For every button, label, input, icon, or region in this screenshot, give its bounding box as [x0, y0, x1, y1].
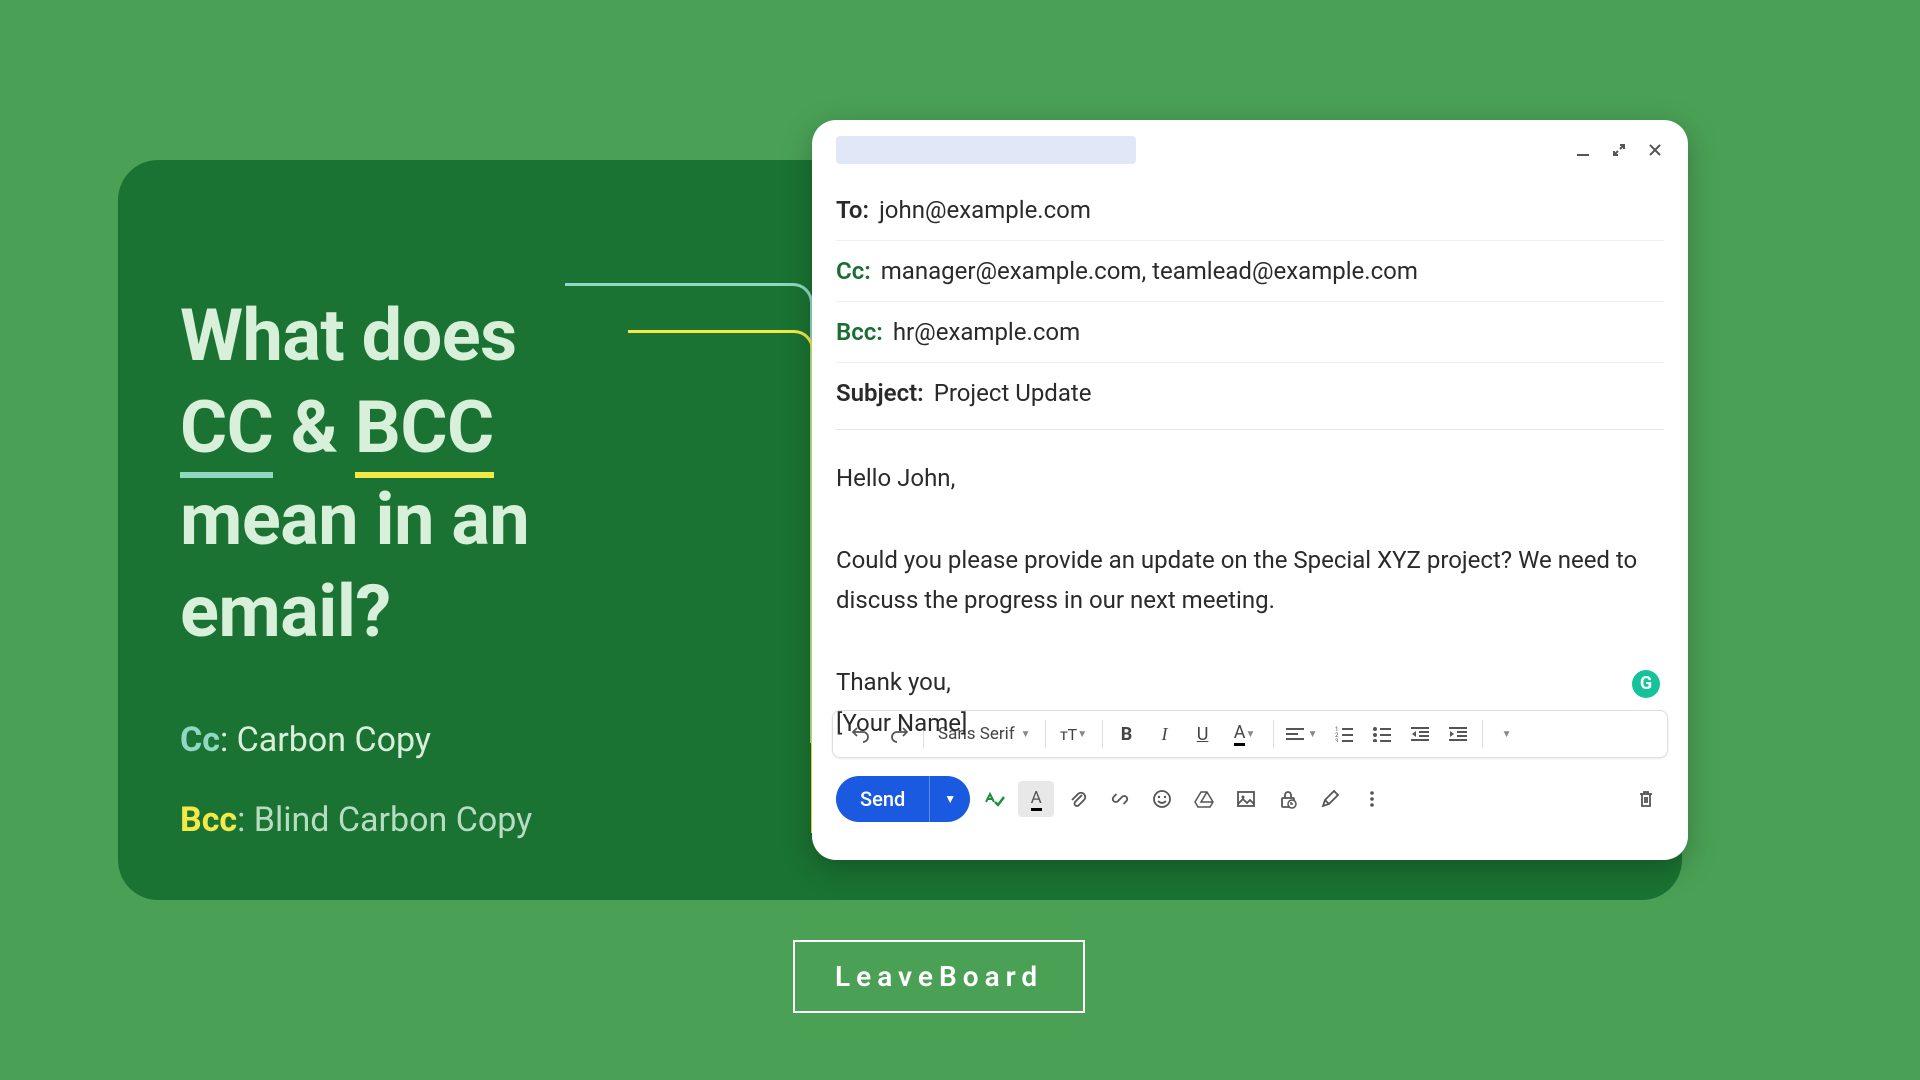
cc-value: manager@example.com, teamlead@example.co…	[881, 257, 1418, 285]
brand-badge: LeaveBoard	[793, 940, 1085, 1013]
definition-bcc: Bcc: Blind Carbon Copy	[180, 800, 532, 840]
body-thanks: Thank you,	[836, 662, 1664, 703]
more-options-icon[interactable]	[1354, 781, 1390, 817]
bcc-label: Bcc:	[836, 318, 883, 346]
to-field[interactable]: To: john@example.com	[836, 180, 1664, 241]
link-icon[interactable]	[1102, 781, 1138, 817]
signature-icon[interactable]	[1312, 781, 1348, 817]
trash-icon[interactable]	[1628, 781, 1664, 817]
spellcheck-icon[interactable]	[976, 781, 1012, 817]
bcc-meaning: : Blind Carbon Copy	[237, 800, 532, 840]
subject-label: Subject:	[836, 379, 924, 407]
minimize-icon[interactable]	[1574, 141, 1592, 159]
definition-cc: Cc: Carbon Copy	[180, 720, 532, 760]
to-value: john@example.com	[879, 196, 1091, 224]
send-options-icon[interactable]: ▼	[929, 776, 970, 822]
emoji-icon[interactable]	[1144, 781, 1180, 817]
headline-text: What does	[180, 293, 517, 378]
send-button[interactable]: Send ▼	[836, 776, 970, 822]
body-signature: [Your Name]	[836, 703, 1664, 744]
headline-text: email?	[180, 569, 391, 654]
cc-field[interactable]: Cc: manager@example.com, teamlead@exampl…	[836, 241, 1664, 302]
headline-cc: CC	[180, 385, 273, 478]
expand-icon[interactable]	[1610, 141, 1628, 159]
send-label: Send	[836, 787, 929, 811]
headline-text: mean in an	[180, 477, 529, 562]
headline-amp: &	[291, 385, 338, 470]
attachment-icon[interactable]	[1060, 781, 1096, 817]
definitions: Cc: Carbon Copy Bcc: Blind Carbon Copy	[180, 720, 532, 840]
recipient-fields: To: john@example.com Cc: manager@example…	[812, 180, 1688, 430]
close-icon[interactable]	[1646, 141, 1664, 159]
to-label: To:	[836, 196, 869, 224]
body-greeting: Hello John,	[836, 458, 1664, 499]
cc-prefix: Cc	[180, 720, 220, 760]
email-compose-window: To: john@example.com Cc: manager@example…	[812, 120, 1688, 860]
cc-label: Cc:	[836, 257, 871, 285]
email-body[interactable]: Hello John, Could you please provide an …	[812, 430, 1688, 710]
body-paragraph: Could you please provide an update on th…	[836, 540, 1664, 622]
subject-field[interactable]: Subject: Project Update	[836, 363, 1664, 430]
compose-header	[812, 120, 1688, 180]
image-icon[interactable]	[1228, 781, 1264, 817]
subject-value: Project Update	[934, 379, 1092, 407]
confidential-icon[interactable]	[1270, 781, 1306, 817]
headline-bcc: BCC	[355, 385, 494, 478]
cc-meaning: : Carbon Copy	[220, 720, 431, 760]
drive-icon[interactable]	[1186, 781, 1222, 817]
subject-preview-placeholder	[836, 136, 1136, 164]
bcc-connector-line	[628, 330, 814, 833]
bcc-field[interactable]: Bcc: hr@example.com	[836, 302, 1664, 363]
bcc-prefix: Bcc	[180, 800, 237, 840]
grammarly-icon[interactable]: G	[1632, 670, 1660, 698]
compose-actions: Send ▼ A	[812, 758, 1688, 840]
bcc-value: hr@example.com	[893, 318, 1080, 346]
text-format-icon[interactable]: A	[1018, 781, 1054, 817]
window-controls	[1574, 141, 1664, 159]
